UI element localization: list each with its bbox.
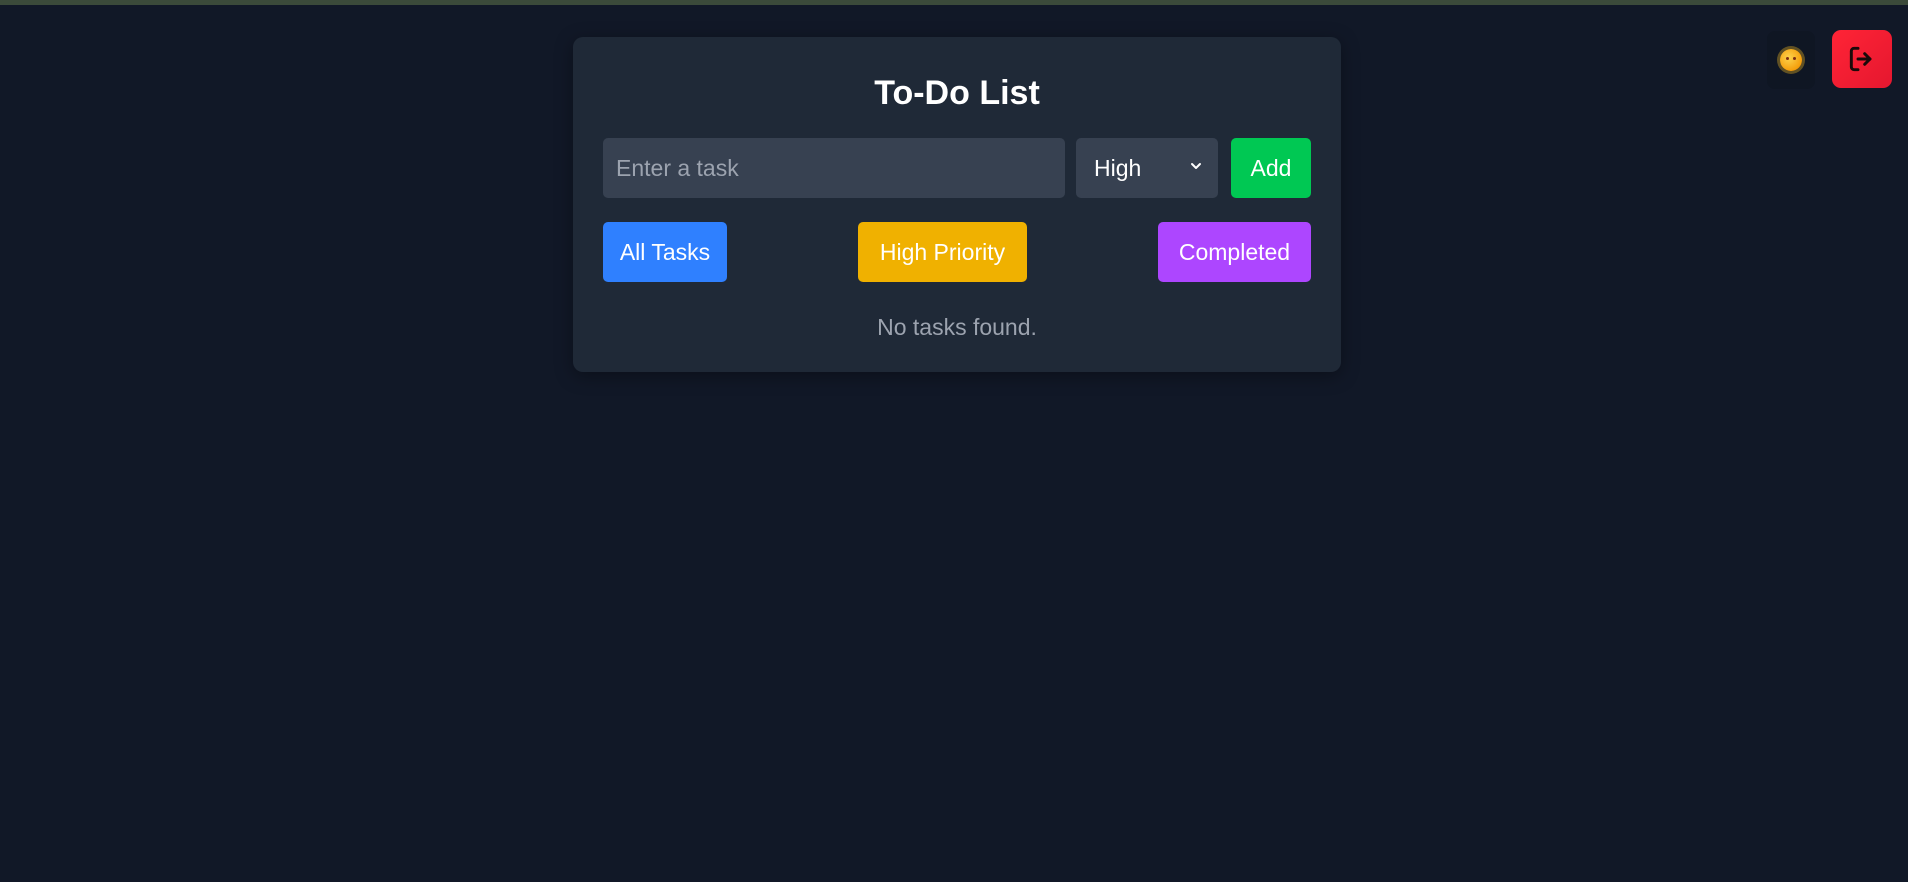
todo-card: To-Do List High Add All Tasks High Prior… [573,37,1341,372]
priority-selected-value: High [1094,154,1142,181]
logout-button[interactable] [1832,30,1892,88]
chevron-down-icon [1191,163,1201,169]
filter-high-priority-button[interactable]: High Priority [858,222,1027,282]
sun-emoji-icon [1780,49,1802,71]
logout-icon [1849,46,1872,72]
page-title: To-Do List [874,74,1040,112]
filter-all-tasks-button[interactable]: All Tasks [603,222,727,282]
theme-toggle-button[interactable] [1767,31,1815,89]
top-border-strip [0,0,1908,5]
task-input[interactable] [603,138,1065,198]
empty-list-message: No tasks found. [877,314,1037,340]
add-task-button[interactable]: Add [1231,138,1311,198]
filter-completed-button[interactable]: Completed [1158,222,1311,282]
priority-select[interactable]: High [1076,138,1218,198]
